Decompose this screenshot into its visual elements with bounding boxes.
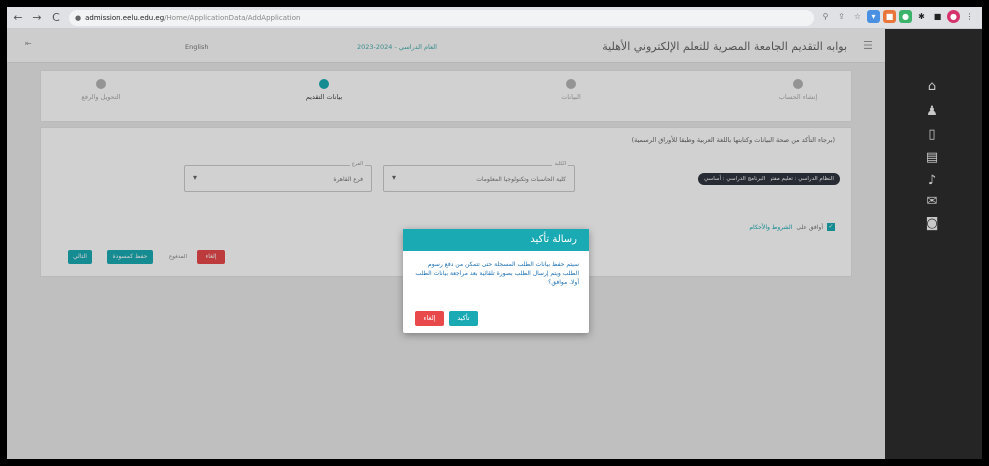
back-icon[interactable]: ← <box>10 10 26 26</box>
user-icon[interactable]: ♟ <box>924 103 940 119</box>
extension-icon[interactable]: ✱ <box>915 10 928 23</box>
extension-icon[interactable]: ▾ <box>867 10 880 23</box>
bookmark-star-icon[interactable]: ☆ <box>851 10 864 23</box>
zoom-icon[interactable]: ⚲ <box>819 10 832 23</box>
extensions-puzzle-icon[interactable]: ■ <box>931 10 944 23</box>
reload-icon[interactable]: C <box>48 10 64 26</box>
home-icon[interactable]: ⌂ <box>924 78 940 94</box>
url-path: /Home/ApplicationData/AddApplication <box>164 14 301 22</box>
dialog-confirm-button[interactable]: تأكيد <box>449 311 478 326</box>
extension-icon[interactable]: ● <box>899 10 912 23</box>
profile-avatar[interactable]: ● <box>947 10 960 23</box>
browser-window: ← → C ● admission.eelu.edu.eg /Home/Appl… <box>7 7 982 459</box>
dialog-title: رسالة تأكيد <box>403 229 589 251</box>
extension-icons: ⚲ ⇪ ☆ ▾ ■ ● ✱ ■ ● ⋮ <box>819 10 976 23</box>
forward-icon[interactable]: → <box>29 10 45 26</box>
url-host: admission.eelu.edu.eg <box>85 14 165 22</box>
lock-icon: ● <box>75 14 82 22</box>
address-bar[interactable]: ● admission.eelu.edu.eg /Home/Applicatio… <box>69 10 814 26</box>
share-icon[interactable]: ⇪ <box>835 10 848 23</box>
right-sidebar: ⌂ ♟ ▯ ▤ ♪ ✉ ◙ <box>885 29 982 459</box>
file-icon[interactable]: ▤ <box>924 149 940 165</box>
extension-icon[interactable]: ■ <box>883 10 896 23</box>
browser-toolbar: ← → C ● admission.eelu.edu.eg /Home/Appl… <box>7 7 982 29</box>
confirmation-dialog: رسالة تأكيد سيتم حفظ بيانات الطلب المسجل… <box>403 229 589 333</box>
dialog-cancel-button[interactable]: إلغاء <box>415 311 444 326</box>
browser-menu-icon[interactable]: ⋮ <box>963 10 976 23</box>
inbox-icon[interactable]: ◙ <box>924 215 940 231</box>
mail-icon[interactable]: ✉ <box>924 193 940 209</box>
document-icon[interactable]: ▯ <box>924 126 940 142</box>
bell-icon[interactable]: ♪ <box>924 172 940 188</box>
dialog-message: سيتم حفظ بيانات الطلب المسجلة حتى تتمكن … <box>415 261 579 286</box>
